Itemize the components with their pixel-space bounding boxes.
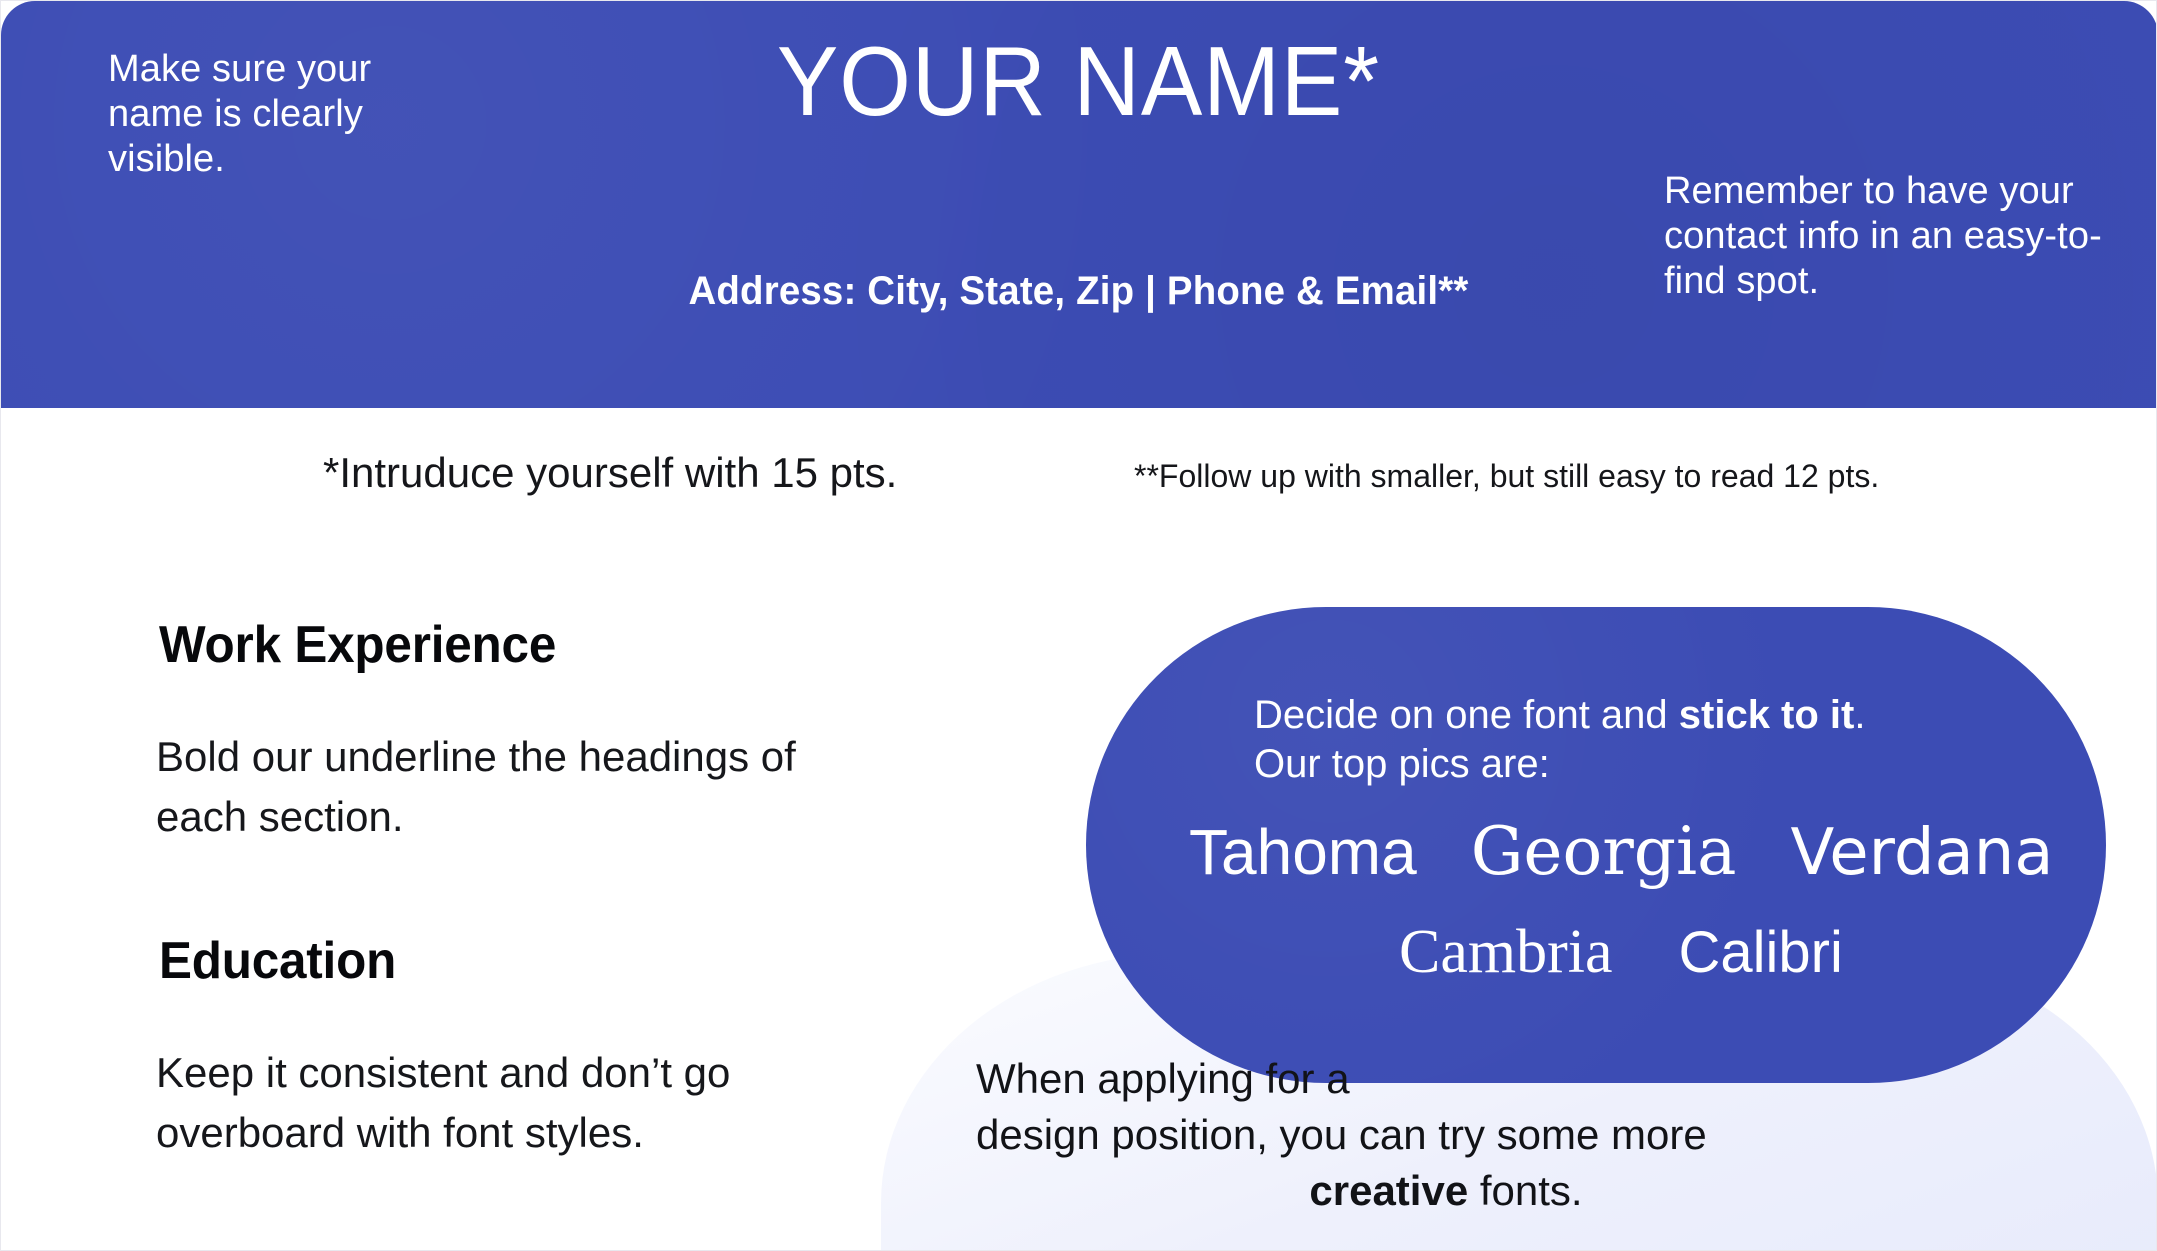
resume-name-title: YOUR NAME* bbox=[776, 26, 1381, 136]
section-heading-work-experience: Work Experience bbox=[159, 616, 557, 674]
font-advice-text: Decide on one font and stick to it. Our … bbox=[1254, 691, 2014, 789]
font-sample-georgia: Georgia bbox=[1470, 813, 1737, 890]
footnote-intro-size: *Intruduce yourself with 15 pts. bbox=[323, 449, 898, 496]
section-heading-education: Education bbox=[159, 932, 397, 990]
font-advice-emphasis: stick to it bbox=[1678, 693, 1855, 737]
header-note-contact-info: Remember to have your contact info in an… bbox=[1664, 170, 2102, 303]
creative-note-line2: design position, you can try some more bbox=[976, 1110, 1707, 1158]
creative-note-emphasis: creative bbox=[1309, 1166, 1469, 1214]
resume-tips-infographic: Make sure your name is clearly visible. … bbox=[0, 0, 2157, 1251]
font-sample-verdana: Verdana bbox=[1790, 816, 2054, 890]
font-sample-row-primary: Tahoma Georgia Verdana bbox=[1189, 813, 2054, 890]
footnote-followup-size: **Follow up with smaller, but still easy… bbox=[1134, 458, 1880, 494]
font-advice-part2: . bbox=[1854, 693, 1866, 737]
font-sample-row-secondary: Cambria Calibri bbox=[1399, 921, 1843, 983]
creative-fonts-note: When applying for a design position, you… bbox=[976, 1051, 1916, 1219]
font-sample-calibri: Calibri bbox=[1678, 920, 1843, 985]
font-sample-cambria: Cambria bbox=[1399, 918, 1613, 986]
section-body-education: Keep it consistent and don’t go overboar… bbox=[156, 1049, 731, 1156]
font-advice-line2: Our top pics are: bbox=[1254, 741, 1550, 786]
creative-note-line1: When applying for a bbox=[976, 1055, 1350, 1102]
section-body-work-experience: Bold our underline the headings of each … bbox=[156, 733, 796, 840]
creative-note-line3-rest: fonts. bbox=[1468, 1166, 1583, 1214]
font-sample-tahoma: Tahoma bbox=[1189, 816, 1417, 888]
font-advice-part1: Decide on one font and bbox=[1254, 693, 1679, 737]
creative-note-line3: creative fonts. bbox=[976, 1163, 1916, 1219]
